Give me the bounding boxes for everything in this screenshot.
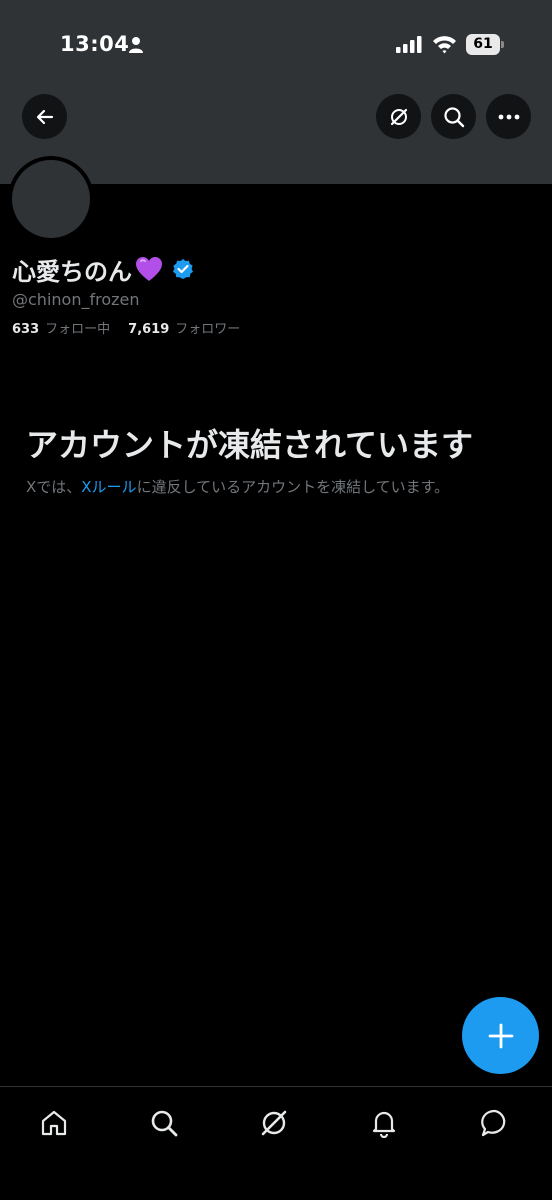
nav-grok[interactable] [252, 1101, 296, 1145]
compose-button[interactable] [462, 997, 539, 1074]
status-time: 13:04 [60, 32, 130, 56]
battery-tip [501, 41, 504, 48]
follow-stats: 633 フォロー中 7,619 フォロワー [12, 318, 240, 337]
display-name-row: 心愛ちのん [12, 252, 194, 286]
cellular-signal-icon [396, 36, 422, 53]
verified-badge-icon[interactable] [172, 258, 194, 280]
battery-level: 61 [466, 34, 500, 55]
grok-icon [390, 108, 407, 125]
following-label: フォロー中 [45, 322, 111, 337]
followers-count: 7,619 [128, 322, 170, 337]
suspended-desc-suffix: に違反しているアカウントを凍結しています。 [136, 478, 450, 496]
messages-icon [481, 1109, 506, 1137]
search-icon [443, 106, 464, 127]
search-button[interactable] [431, 94, 476, 139]
handle: @chinon_frozen [12, 290, 140, 309]
profile-page: 13:04 61 心愛ちのん @chinon_frozen 633 フォロー中 … [0, 0, 552, 1200]
avatar[interactable] [8, 156, 94, 242]
person-icon [129, 37, 143, 53]
purple-heart-emoji [136, 257, 162, 281]
plus-icon [488, 1023, 513, 1048]
following-count: 633 [12, 322, 40, 337]
more-horizontal-icon [498, 114, 519, 119]
grok-icon [261, 1110, 287, 1136]
home-icon [41, 1110, 67, 1136]
display-name: 心愛ちのん [12, 257, 132, 286]
followers-label: フォロワー [175, 322, 241, 337]
notifications-icon [372, 1111, 396, 1138]
status-bar: 13:04 61 [0, 0, 552, 90]
nav-home[interactable] [32, 1101, 76, 1145]
nav-search[interactable] [142, 1101, 186, 1145]
wifi-icon [433, 36, 456, 54]
suspended-title: アカウントが凍結されています [26, 426, 474, 464]
arrow-left-icon [36, 109, 53, 124]
suspended-desc-prefix: Xでは、 [26, 478, 82, 496]
followers-link[interactable]: 7,619 フォロワー [128, 318, 240, 337]
following-link[interactable]: 633 フォロー中 [12, 318, 110, 337]
avatar-image [12, 160, 90, 238]
suspended-description: Xでは、Xルールに違反しているアカウントを凍結しています。 [26, 476, 536, 497]
back-button[interactable] [22, 94, 67, 139]
nav-messages[interactable] [473, 1101, 517, 1145]
search-icon [151, 1110, 178, 1137]
nav-notifications[interactable] [362, 1101, 406, 1145]
grok-button[interactable] [376, 94, 421, 139]
battery-indicator: 61 [466, 34, 504, 55]
x-rules-link[interactable]: Xルール [81, 478, 136, 496]
more-button[interactable] [486, 94, 531, 139]
bottom-nav [0, 1086, 552, 1200]
